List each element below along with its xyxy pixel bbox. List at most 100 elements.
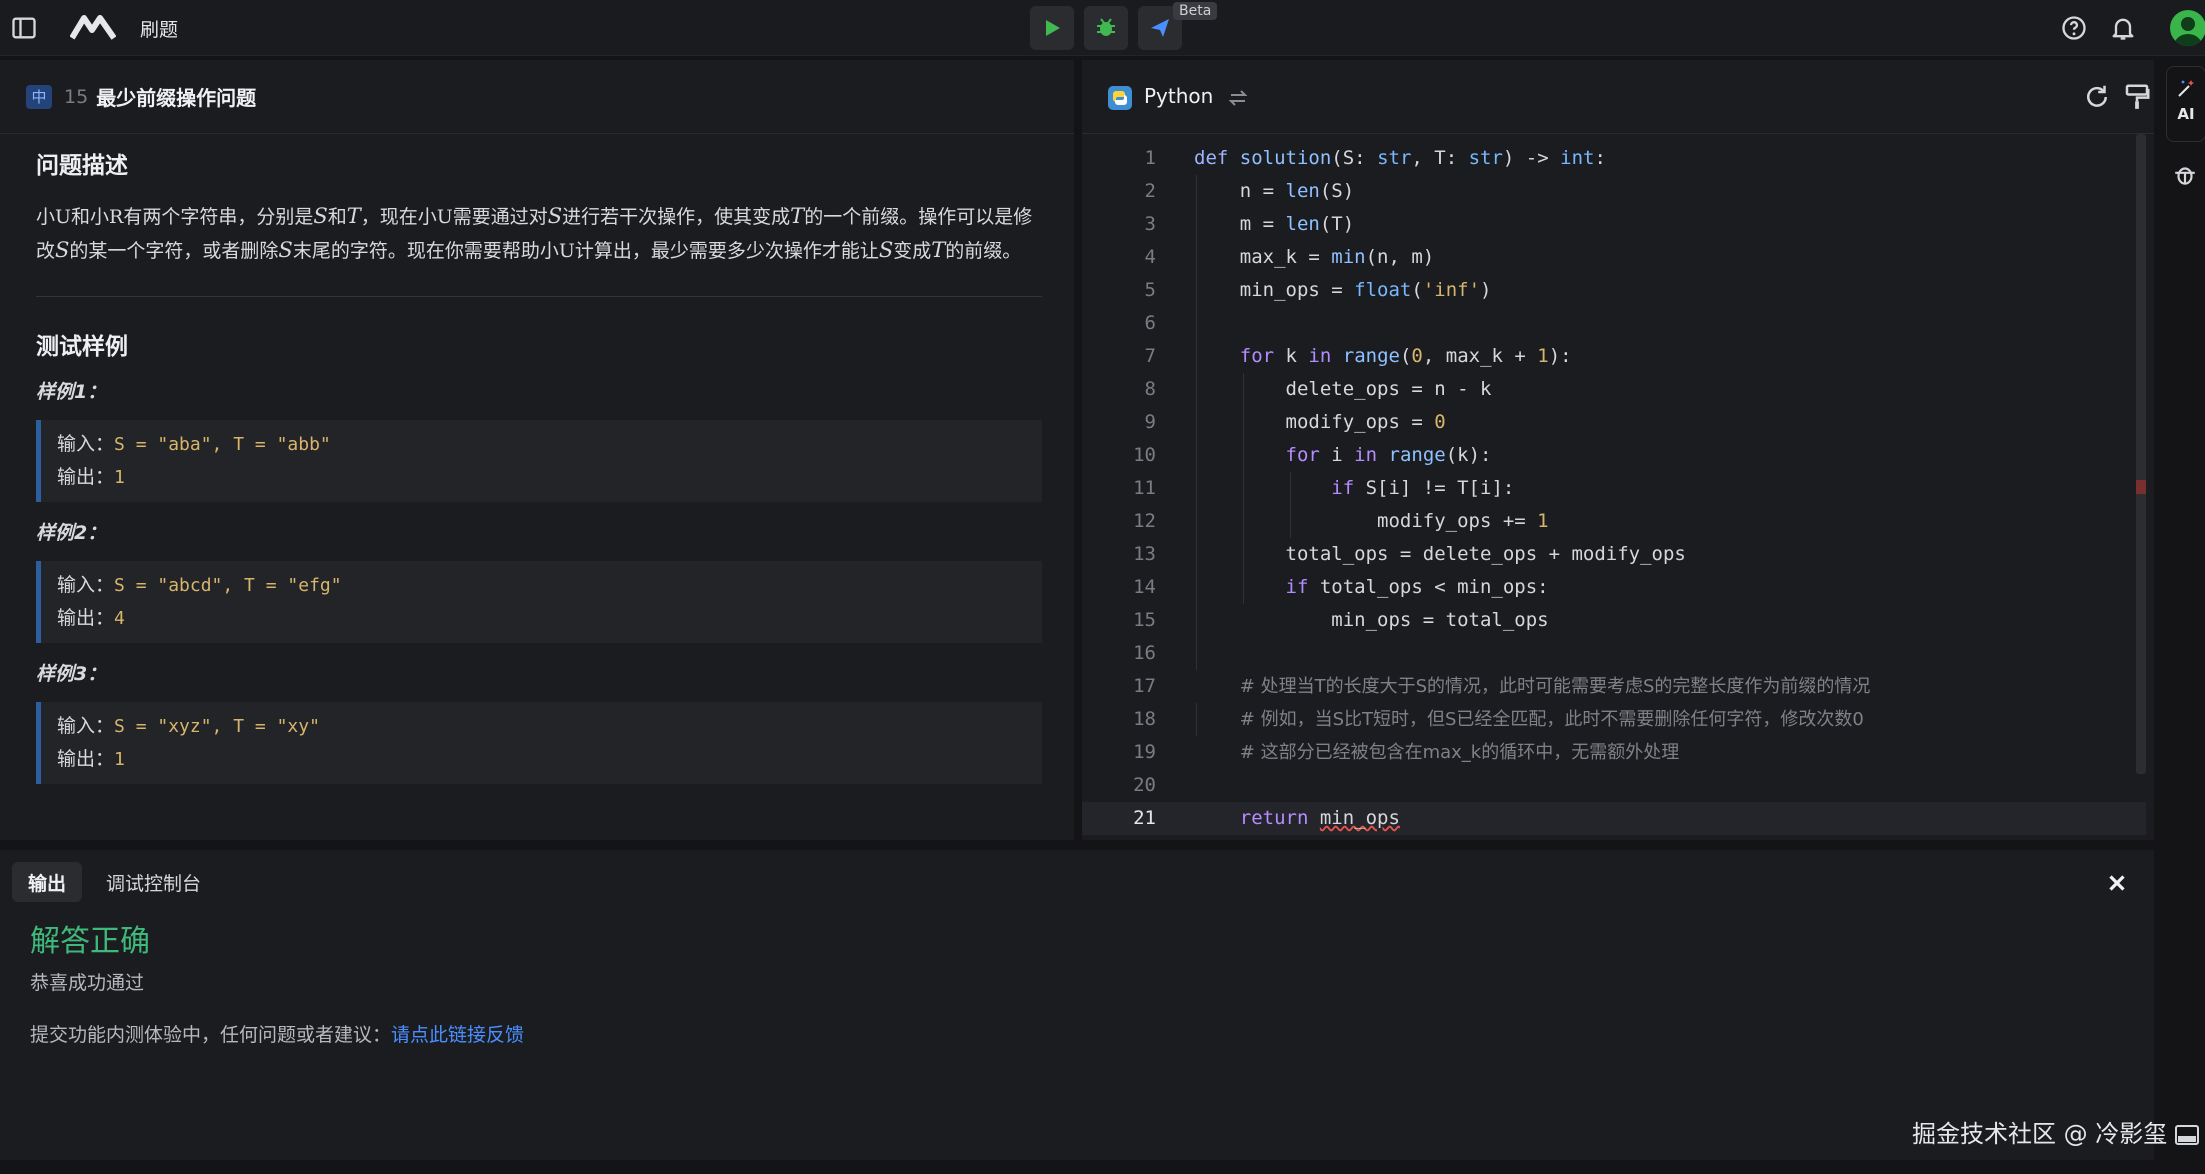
debug-button[interactable] (1084, 6, 1128, 50)
swap-icon[interactable] (1226, 86, 1250, 110)
sample-input: S = "xyz", T = "xy" (114, 716, 320, 737)
send-icon (1151, 19, 1169, 37)
code-text: n = len(S) (1194, 180, 1355, 202)
ai-label: AI (2177, 105, 2195, 123)
editor-header: Python (1082, 60, 2154, 134)
code-line[interactable]: 11 if S[i] != T[i]: (1082, 472, 2146, 505)
code-line[interactable]: 4 max_k = min(n, m) (1082, 241, 2146, 274)
line-number: 6 (1144, 312, 1156, 334)
code-line[interactable]: 5 min_ops = float('inf') (1082, 274, 2146, 307)
code-text: # 处理当T的长度大于S的情况，此时可能需要考虑S的完整长度作为前缀的情况 (1239, 676, 1871, 697)
refresh-icon[interactable] (2082, 82, 2112, 112)
bug-report-icon[interactable] (2172, 162, 2198, 188)
line-number: 19 (1133, 741, 1156, 763)
line-number: 11 (1133, 477, 1156, 499)
sample-label: 样例2： (36, 522, 107, 544)
line-number: 21 (1133, 807, 1156, 829)
beta-badge: Beta (1173, 2, 1218, 20)
code-line[interactable]: 13 total_ops = delete_ops + modify_ops (1082, 538, 2146, 571)
code-text: min_ops = total_ops (1194, 609, 1549, 631)
code-text: # 这部分已经被包含在max_k的循环中，无需额外处理 (1239, 742, 1680, 763)
result-subtitle: 恭喜成功通过 (30, 972, 145, 994)
line-number: 13 (1133, 543, 1156, 565)
code-text: min_ops = float('inf') (1194, 279, 1492, 301)
code-line[interactable]: 18 # 例如，当S比T短时，但S已经全匹配，此时不需要删除任何字符，修改次数0 (1082, 703, 2146, 736)
line-number: 4 (1144, 246, 1156, 268)
tab-output[interactable]: 输出 (12, 862, 83, 902)
code-text: modify_ops += 1 (1194, 510, 1549, 532)
code-line[interactable]: 17 # 处理当T的长度大于S的情况，此时可能需要考虑S的完整长度作为前缀的情况 (1082, 670, 2146, 703)
language-selector[interactable]: Python (1144, 84, 1213, 108)
problem-panel: 中 15 最少前缀操作问题 问题描述 小U和小R有两个字符串，分别是S和T，现在… (0, 60, 1074, 840)
code-line[interactable]: 12 modify_ops += 1 (1082, 505, 2146, 538)
marscode-logo-icon[interactable] (70, 12, 116, 42)
line-number: 2 (1144, 180, 1156, 202)
line-number: 7 (1144, 345, 1156, 367)
line-number: 15 (1133, 609, 1156, 631)
code-line[interactable]: 14 if total_ops < min_ops: (1082, 571, 2146, 604)
watermark: 掘金技术社区 @ 冷影玺 (1912, 1120, 2168, 1148)
code-line[interactable]: 1 def solution(S: str, T: str) -> int: (1082, 142, 2146, 175)
divider (36, 296, 1042, 297)
close-icon[interactable] (2104, 870, 2130, 896)
code-text: if total_ops < min_ops: (1285, 576, 1549, 598)
app-title: 刷题 (140, 19, 179, 41)
line-number: 3 (1144, 213, 1156, 235)
magic-wand-icon (2178, 80, 2194, 97)
line-number: 18 (1133, 708, 1156, 730)
bell-icon[interactable] (2109, 14, 2137, 42)
play-icon (1046, 20, 1060, 36)
section-samples-heading: 测试样例 (36, 334, 128, 360)
code-line[interactable]: 9 modify_ops = 0 (1082, 406, 2146, 439)
code-text: if S[i] != T[i]: (1331, 477, 1515, 499)
code-editor-panel: Python 1 def solution(S: str, T: str) -> … (1082, 60, 2154, 840)
line-number: 9 (1144, 411, 1156, 433)
line-number: 14 (1133, 576, 1156, 598)
ai-assistant-button[interactable]: AI (2166, 66, 2205, 142)
problem-number: 15 (64, 85, 89, 108)
sample-output: 1 (114, 749, 125, 770)
bug-icon (1097, 18, 1115, 36)
sidebar-toggle-icon[interactable] (10, 14, 38, 42)
panel-layout-icon[interactable] (2174, 1124, 2200, 1146)
line-number: 1 (1144, 147, 1156, 169)
sample-label: 样例3： (36, 663, 107, 685)
avatar-figure-icon (2174, 17, 2202, 46)
code-line[interactable]: 6 (1082, 307, 2146, 340)
top-bar: 刷题 Beta (0, 0, 2205, 56)
code-line[interactable]: 20 (1082, 769, 2146, 802)
output-tabs: 输出 调试控制台 (12, 862, 217, 902)
python-icon (1108, 86, 1132, 110)
code-text: for i in range(k): (1285, 444, 1492, 466)
sample-output: 1 (114, 467, 125, 488)
result-title: 解答正确 (30, 924, 150, 959)
format-brush-icon[interactable] (2122, 82, 2152, 112)
editor-scrollbar[interactable] (2136, 134, 2146, 774)
code-line[interactable]: 16 (1082, 637, 2146, 670)
feedback-line: 提交功能内测体验中，任何问题或者建议：请点此链接反馈 (30, 1020, 524, 1047)
code-text: return min_ops (1239, 807, 1400, 829)
code-line-active[interactable]: 21 return min_ops (1082, 802, 2146, 835)
code-area[interactable]: 1 def solution(S: str, T: str) -> int: 2 … (1082, 142, 2154, 840)
help-icon[interactable] (2060, 14, 2088, 42)
code-line[interactable]: 3 m = len(T) (1082, 208, 2146, 241)
code-line[interactable]: 10 for i in range(k): (1082, 439, 2146, 472)
problem-header: 中 15 最少前缀操作问题 (0, 60, 1074, 134)
code-text: for k in range(0, max_k + 1): (1239, 345, 1572, 367)
code-text: max_k = min(n, m) (1194, 246, 1435, 268)
user-avatar-icon[interactable] (2170, 10, 2205, 46)
problem-title: 最少前缀操作问题 (96, 86, 257, 110)
scrollbar-error-marker (2136, 480, 2146, 494)
line-number: 17 (1133, 675, 1156, 697)
output-panel: 输出 调试控制台 解答正确 恭喜成功通过 提交功能内测体验中，任何问题或者建议：… (0, 850, 2154, 1160)
tab-debug-console[interactable]: 调试控制台 (90, 862, 217, 902)
feedback-link[interactable]: 请点此链接反馈 (391, 1024, 524, 1046)
run-button[interactable] (1030, 6, 1074, 50)
line-number: 20 (1133, 774, 1156, 796)
code-line[interactable]: 2 n = len(S) (1082, 175, 2146, 208)
code-line[interactable]: 15 min_ops = total_ops (1082, 604, 2146, 637)
code-line[interactable]: 8 delete_ops = n - k (1082, 373, 2146, 406)
feedback-text: 提交功能内测体验中，任何问题或者建议： (30, 1024, 392, 1046)
code-line[interactable]: 7 for k in range(0, max_k + 1): (1082, 340, 2146, 373)
code-line[interactable]: 19 # 这部分已经被包含在max_k的循环中，无需额外处理 (1082, 736, 2146, 769)
